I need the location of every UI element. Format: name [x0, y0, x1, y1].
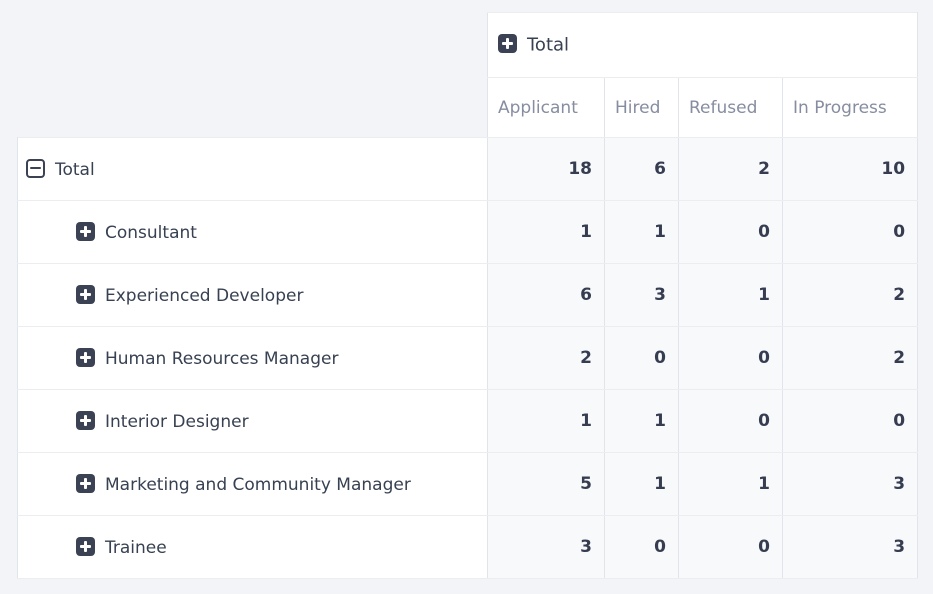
- pivot-value-cell: 1: [488, 390, 605, 453]
- pivot-value-cell: 2: [488, 327, 605, 390]
- column-group-header-total[interactable]: Total: [488, 13, 918, 78]
- pivot-row-experienced-developer: Experienced Developer 6 3 1 2: [18, 264, 918, 327]
- plus-square-icon[interactable]: [76, 348, 95, 367]
- row-header-experienced-developer[interactable]: Experienced Developer: [18, 264, 488, 327]
- pivot-value-cell: 2: [783, 327, 918, 390]
- pivot-value-cell: 0: [605, 516, 679, 579]
- column-group-label: Total: [527, 35, 569, 56]
- pivot-value-cell: 1: [605, 390, 679, 453]
- plus-square-icon[interactable]: [76, 537, 95, 556]
- row-header-human-resources-manager[interactable]: Human Resources Manager: [18, 327, 488, 390]
- pivot-view: Total Applicant Hired Refused In Progres…: [17, 12, 918, 579]
- corner-cell: [18, 13, 488, 138]
- pivot-value-cell: 18: [488, 138, 605, 201]
- pivot-row-human-resources-manager: Human Resources Manager 2 0 0 2: [18, 327, 918, 390]
- plus-square-icon[interactable]: [76, 411, 95, 430]
- pivot-value-cell: 1: [679, 453, 783, 516]
- pivot-value-cell: 1: [605, 453, 679, 516]
- pivot-value-cell: 2: [783, 264, 918, 327]
- pivot-value-cell: 10: [783, 138, 918, 201]
- pivot-value-cell: 0: [679, 516, 783, 579]
- pivot-value-cell: 3: [488, 516, 605, 579]
- row-header-trainee[interactable]: Trainee: [18, 516, 488, 579]
- pivot-value-cell: 0: [679, 390, 783, 453]
- measure-header-refused[interactable]: Refused: [679, 78, 783, 138]
- pivot-value-cell: 6: [488, 264, 605, 327]
- plus-square-icon[interactable]: [498, 34, 517, 53]
- pivot-value-cell: 0: [679, 327, 783, 390]
- pivot-value-cell: 5: [488, 453, 605, 516]
- pivot-value-cell: 3: [783, 516, 918, 579]
- row-label: Experienced Developer: [105, 286, 303, 306]
- pivot-value-cell: 1: [488, 201, 605, 264]
- row-header-consultant[interactable]: Consultant: [18, 201, 488, 264]
- pivot-value-cell: 0: [605, 327, 679, 390]
- plus-square-icon[interactable]: [76, 222, 95, 241]
- pivot-value-cell: 3: [783, 453, 918, 516]
- row-header-interior-designer[interactable]: Interior Designer: [18, 390, 488, 453]
- pivot-row-consultant: Consultant 1 1 0 0: [18, 201, 918, 264]
- pivot-value-cell: 0: [783, 390, 918, 453]
- row-label: Consultant: [105, 223, 197, 243]
- row-label: Total: [55, 160, 95, 180]
- pivot-value-cell: 2: [679, 138, 783, 201]
- pivot-row-total: Total 18 6 2 10: [18, 138, 918, 201]
- pivot-table: Total Applicant Hired Refused In Progres…: [17, 12, 918, 579]
- row-header-marketing-and-community-manager[interactable]: Marketing and Community Manager: [18, 453, 488, 516]
- measure-header-applicant[interactable]: Applicant: [488, 78, 605, 138]
- plus-square-icon[interactable]: [76, 474, 95, 493]
- row-label: Human Resources Manager: [105, 349, 338, 369]
- row-label: Trainee: [105, 538, 167, 558]
- row-label: Interior Designer: [105, 412, 249, 432]
- pivot-row-marketing-and-community-manager: Marketing and Community Manager 5 1 1 3: [18, 453, 918, 516]
- pivot-value-cell: 0: [783, 201, 918, 264]
- row-header-total[interactable]: Total: [18, 138, 488, 201]
- measure-header-in-progress[interactable]: In Progress: [783, 78, 918, 138]
- pivot-value-cell: 3: [605, 264, 679, 327]
- pivot-row-interior-designer: Interior Designer 1 1 0 0: [18, 390, 918, 453]
- pivot-value-cell: 1: [605, 201, 679, 264]
- pivot-value-cell: 1: [679, 264, 783, 327]
- plus-square-icon[interactable]: [76, 285, 95, 304]
- pivot-row-trainee: Trainee 3 0 0 3: [18, 516, 918, 579]
- measure-header-hired[interactable]: Hired: [605, 78, 679, 138]
- row-label: Marketing and Community Manager: [105, 475, 411, 495]
- pivot-value-cell: 6: [605, 138, 679, 201]
- pivot-value-cell: 0: [679, 201, 783, 264]
- minus-square-icon[interactable]: [26, 159, 45, 178]
